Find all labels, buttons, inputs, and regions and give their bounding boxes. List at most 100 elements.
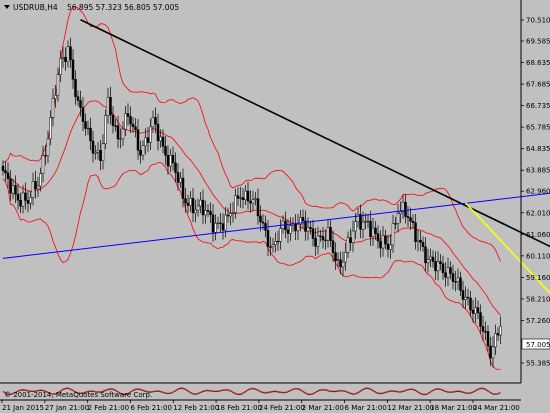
time-tick-label: 12 Mar 21:00	[387, 404, 434, 412]
candle-body	[54, 94, 57, 99]
time-tick-label: 12 Feb 21:00	[173, 404, 219, 412]
candle-body	[371, 227, 375, 238]
candle-body	[81, 107, 85, 122]
candle-body	[26, 200, 30, 204]
candle-body	[484, 331, 487, 333]
candle-body	[271, 244, 275, 247]
candle-body	[324, 239, 327, 242]
candle-body	[424, 246, 427, 264]
candle-body	[214, 223, 217, 233]
candle-body	[216, 222, 220, 224]
candle-body	[116, 125, 120, 140]
candle-body	[419, 239, 422, 243]
candle-body	[451, 273, 455, 282]
candle-body	[84, 121, 87, 129]
candle-body	[96, 150, 100, 153]
candle-body	[279, 228, 282, 242]
candle-body	[36, 185, 40, 190]
candle-body	[469, 297, 472, 311]
candle-body	[349, 237, 352, 243]
candle-body	[226, 214, 230, 217]
candle-body	[341, 261, 345, 268]
candle-body	[276, 240, 280, 243]
candle-body	[459, 277, 462, 291]
candle-body	[79, 100, 82, 108]
candle-body	[291, 223, 295, 226]
candle-body	[436, 261, 440, 272]
candle-body	[246, 190, 250, 202]
price-tick-label: 62.010	[526, 209, 550, 217]
candle-body	[376, 233, 380, 242]
candle-body	[426, 259, 430, 264]
candle-body	[404, 201, 407, 217]
candle-body	[439, 261, 442, 264]
candle-body	[369, 220, 372, 238]
candle-body	[289, 225, 292, 234]
candle-body	[396, 213, 400, 224]
candle-body	[251, 199, 255, 204]
candle-body	[351, 230, 355, 243]
candle-body	[249, 200, 252, 204]
candle-body	[171, 155, 175, 164]
candle-body	[211, 214, 215, 233]
candle-body	[106, 97, 110, 116]
candle-body	[141, 145, 145, 156]
candle-body	[261, 221, 265, 224]
candle-body	[56, 74, 60, 96]
candle-body	[41, 155, 45, 174]
candle-body	[489, 345, 492, 359]
price-tick-label: 68.635	[526, 59, 550, 67]
candle-body	[139, 150, 142, 156]
candle-body	[391, 223, 395, 246]
candle-body	[239, 197, 242, 199]
price-chart[interactable]: USDRUB,H4 56.895 57.323 56.805 57.005 70…	[0, 0, 550, 413]
candle-body	[59, 58, 62, 76]
candle-body	[194, 209, 197, 214]
candle-body	[269, 246, 272, 248]
candle-body	[379, 240, 382, 249]
candle-body	[111, 114, 115, 126]
symbol-label: USDRUB,H4	[13, 3, 58, 12]
candle-body	[46, 138, 50, 156]
candle-body	[444, 272, 447, 278]
price-tick-label: 65.785	[526, 124, 550, 132]
candle-body	[119, 138, 122, 140]
last-price-marker: 57.005	[521, 338, 550, 350]
candle-body	[74, 79, 77, 98]
time-tick-label: 6 Mar 21:00	[345, 404, 387, 412]
time-tick-label: 27 Jan 21:00	[45, 404, 89, 412]
candle-body	[499, 326, 502, 336]
candle-body	[156, 123, 160, 142]
candle-body	[66, 46, 70, 63]
candle-body	[329, 227, 332, 241]
time-tick-label: 6 Feb 21:00	[130, 404, 171, 412]
candle-body	[394, 223, 397, 225]
candle-body	[186, 202, 190, 206]
candle-body	[464, 296, 467, 300]
candle-body	[409, 217, 412, 222]
candle-body	[144, 137, 147, 147]
candle-body	[411, 220, 415, 223]
candle-body	[311, 228, 315, 239]
candle-body	[49, 117, 52, 140]
candle-body	[449, 267, 452, 274]
price-tick-label: 60.110	[526, 252, 550, 260]
time-tick-label: 24 Feb 21:00	[259, 404, 305, 412]
candle-body	[406, 216, 410, 218]
candle-body	[164, 146, 167, 156]
candle-body	[206, 210, 210, 212]
candle-body	[166, 155, 170, 167]
candle-body	[266, 230, 270, 247]
candle-body	[114, 125, 117, 127]
candle-body	[274, 240, 277, 245]
candle-body	[61, 56, 65, 59]
candle-body	[31, 181, 35, 198]
candle-body	[196, 205, 200, 211]
candle-body	[181, 177, 185, 199]
price-tick-label: 67.685	[526, 81, 550, 89]
candle-body	[414, 222, 417, 242]
candle-body	[124, 113, 127, 130]
candle-body	[374, 227, 377, 234]
candle-body	[334, 252, 337, 261]
candle-body	[14, 185, 17, 195]
